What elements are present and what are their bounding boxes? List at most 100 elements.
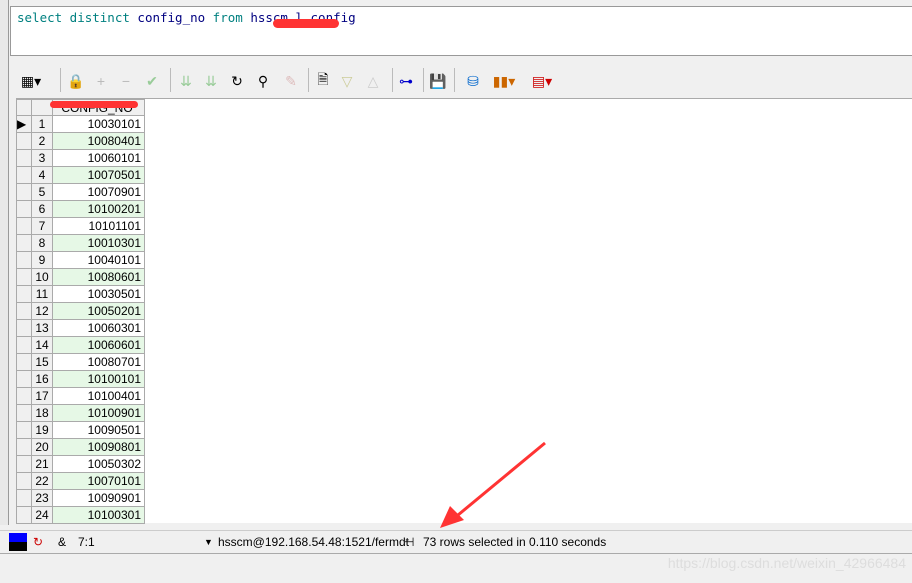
clear-icon[interactable]: ✎ — [280, 70, 302, 92]
table-row[interactable]: 6 10100201 — [16, 200, 145, 218]
save-icon[interactable]: 💾 — [427, 70, 449, 92]
table-row[interactable]: 10 10080601 — [16, 268, 145, 286]
connection-string[interactable]: hsscm@192.168.54.48:1521/fermdt — [218, 535, 409, 549]
table-row[interactable]: 5 10070901 — [16, 183, 145, 201]
corner-cell — [16, 99, 32, 116]
config-no-cell[interactable]: 10060601 — [52, 336, 145, 354]
chart-icon[interactable]: ▮▮▾ — [488, 70, 520, 92]
grid-table-icon[interactable]: ▤▾ — [526, 70, 558, 92]
table-row[interactable]: 15 10080701 — [16, 353, 145, 371]
table-row[interactable]: 17 10100401 — [16, 387, 145, 405]
row-number[interactable]: 20 — [31, 438, 53, 456]
table-row[interactable]: 19 10090501 — [16, 421, 145, 439]
config-no-cell[interactable]: 10060301 — [52, 319, 145, 337]
config-no-cell[interactable]: 10101101 — [52, 217, 145, 235]
table-row[interactable]: 18 10100901 — [16, 404, 145, 422]
table-row[interactable]: 22 10070101 — [16, 472, 145, 490]
row-number[interactable]: 9 — [31, 251, 53, 269]
table-row[interactable]: 12 10050201 — [16, 302, 145, 320]
config-no-cell[interactable]: 10100101 — [52, 370, 145, 388]
export-icon[interactable]: ⛁ — [462, 70, 484, 92]
config-no-cell[interactable]: 10080701 — [52, 353, 145, 371]
table-row[interactable]: 7 10101101 — [16, 217, 145, 235]
row-number[interactable]: 23 — [31, 489, 53, 507]
separator — [423, 68, 424, 92]
sql-editor[interactable]: select distinct config_no from hsscm_l_c… — [10, 6, 912, 56]
row-number[interactable]: 18 — [31, 404, 53, 422]
row-number[interactable]: 15 — [31, 353, 53, 371]
sort-desc-icon[interactable]: ▽ — [336, 70, 358, 92]
table-row[interactable]: 2 10080401 — [16, 132, 145, 150]
row-number[interactable]: 7 — [31, 217, 53, 235]
config-no-cell[interactable]: 10100201 — [52, 200, 145, 218]
row-number[interactable]: 11 — [31, 285, 53, 303]
post-changes-icon[interactable]: ✔ — [141, 70, 163, 92]
config-no-cell[interactable]: 10050302 — [52, 455, 145, 473]
row-number[interactable]: 4 — [31, 166, 53, 184]
config-no-cell[interactable]: 10080601 — [52, 268, 145, 286]
config-no-cell[interactable]: 10090901 — [52, 489, 145, 507]
sort-asc-icon[interactable]: △ — [362, 70, 384, 92]
table-row[interactable]: ▶ 1 10030101 — [16, 115, 145, 133]
config-no-cell[interactable]: 10060101 — [52, 149, 145, 167]
row-indicator — [16, 166, 32, 184]
table-row[interactable]: 23 10090901 — [16, 489, 145, 507]
table-row[interactable]: 8 10010301 — [16, 234, 145, 252]
config-no-cell[interactable]: 10040101 — [52, 251, 145, 269]
config-no-cell[interactable]: 10100301 — [52, 506, 145, 524]
config-no-cell[interactable]: 10070501 — [52, 166, 145, 184]
row-number[interactable]: 22 — [31, 472, 53, 490]
table-row[interactable]: 4 10070501 — [16, 166, 145, 184]
row-number[interactable]: 1 — [31, 115, 53, 133]
table-row[interactable]: 11 10030501 — [16, 285, 145, 303]
connection-dropdown-icon[interactable]: ▼ — [204, 537, 213, 547]
grid-options-icon[interactable]: ▦▾ — [20, 70, 42, 92]
config-no-cell[interactable]: 10090801 — [52, 438, 145, 456]
row-indicator — [16, 217, 32, 235]
lock-icon[interactable]: 🔒 — [65, 70, 87, 92]
table-row[interactable]: 24 10100301 — [16, 506, 145, 524]
config-no-cell[interactable]: 10030501 — [52, 285, 145, 303]
find-icon[interactable]: ⚲ — [252, 70, 274, 92]
row-number[interactable]: 13 — [31, 319, 53, 337]
add-record-icon[interactable]: + — [90, 70, 112, 92]
row-number[interactable]: 2 — [31, 132, 53, 150]
row-number[interactable]: 12 — [31, 302, 53, 320]
row-number[interactable]: 16 — [31, 370, 53, 388]
row-number[interactable]: 5 — [31, 183, 53, 201]
table-row[interactable]: 20 10090801 — [16, 438, 145, 456]
config-no-cell[interactable]: 10010301 — [52, 234, 145, 252]
table-row[interactable]: 14 10060601 — [16, 336, 145, 354]
table-row[interactable]: 3 10060101 — [16, 149, 145, 167]
refresh-icon[interactable]: ↻ — [226, 70, 248, 92]
config-no-cell[interactable]: 10080401 — [52, 132, 145, 150]
config-no-cell[interactable]: 10070101 — [52, 472, 145, 490]
config-no-cell[interactable]: 10100901 — [52, 404, 145, 422]
row-number[interactable]: 3 — [31, 149, 53, 167]
query-by-example-icon[interactable]: 🗎 — [312, 70, 334, 92]
row-number[interactable]: 10 — [31, 268, 53, 286]
row-number[interactable]: 6 — [31, 200, 53, 218]
row-number[interactable]: 17 — [31, 387, 53, 405]
table-row[interactable]: 21 10050302 — [16, 455, 145, 473]
fetch-last-icon[interactable]: ⇊ — [200, 70, 222, 92]
table-row[interactable]: 16 10100101 — [16, 370, 145, 388]
config-no-cell[interactable]: 10070901 — [52, 183, 145, 201]
table-row[interactable]: 9 10040101 — [16, 251, 145, 269]
tree-view-icon[interactable]: ⊶ — [395, 70, 417, 92]
row-number[interactable]: 8 — [31, 234, 53, 252]
toolbar: ▦▾ 🔒 + − ✔ ⇊ ⇊ ↻ ⚲ ✎ 🗎 ▽ △ ⊶ 💾 ⛁ ▮▮▾ ▤▾ — [10, 60, 912, 98]
redaction-mark — [273, 19, 339, 28]
row-number[interactable]: 24 — [31, 506, 53, 524]
delete-record-icon[interactable]: − — [115, 70, 137, 92]
config-no-cell[interactable]: 10090501 — [52, 421, 145, 439]
row-number[interactable]: 19 — [31, 421, 53, 439]
config-no-cell[interactable]: 10030101 — [52, 115, 145, 133]
config-no-cell[interactable]: 10100401 — [52, 387, 145, 405]
separator — [60, 68, 61, 92]
fetch-next-icon[interactable]: ⇊ — [175, 70, 197, 92]
table-row[interactable]: 13 10060301 — [16, 319, 145, 337]
row-number[interactable]: 21 — [31, 455, 53, 473]
row-number[interactable]: 14 — [31, 336, 53, 354]
config-no-cell[interactable]: 10050201 — [52, 302, 145, 320]
